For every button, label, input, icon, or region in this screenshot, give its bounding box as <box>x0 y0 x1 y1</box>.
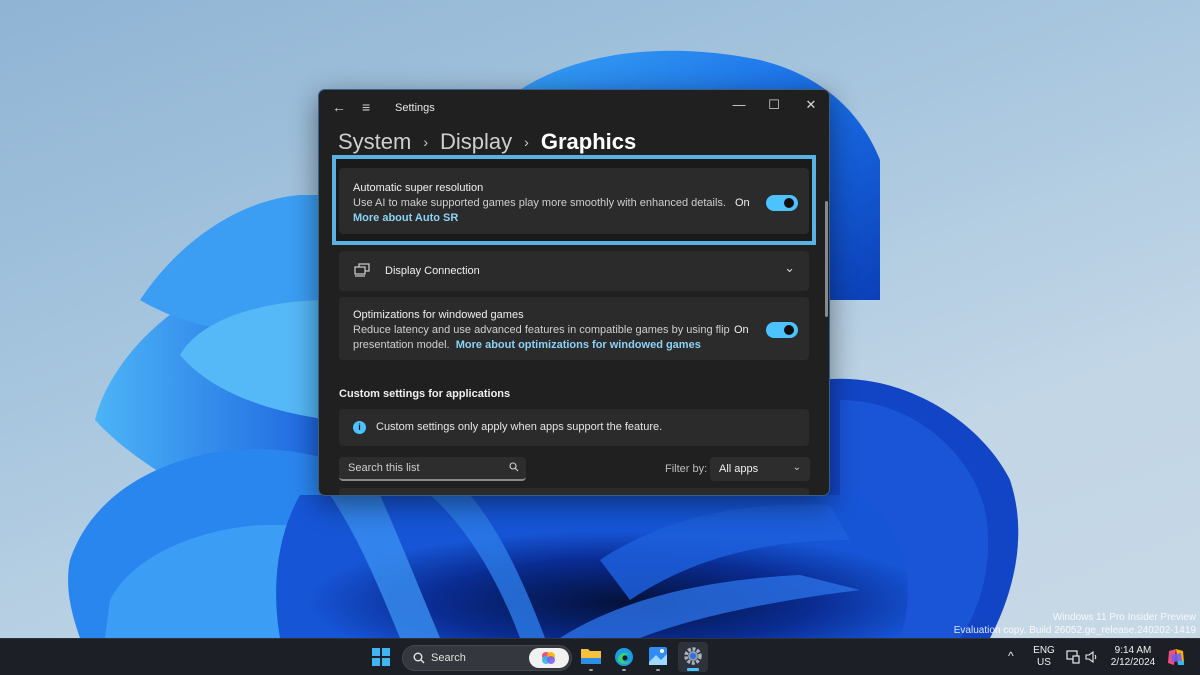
app-indicator <box>656 669 660 671</box>
folder-icon <box>581 649 601 664</box>
auto-sr-toggle[interactable] <box>766 195 798 211</box>
filter-by-label: Filter by: <box>665 463 708 475</box>
windows-logo-icon <box>382 658 390 666</box>
windows-logo-icon <box>382 648 390 656</box>
breadcrumb-separator-icon: › <box>423 134 429 150</box>
filter-dropdown[interactable]: All apps ⌄ <box>710 457 810 481</box>
watermark-line2: Evaluation copy. Build 26052.ge_release.… <box>953 625 1196 636</box>
app-indicator <box>589 669 593 671</box>
search-list-box <box>339 457 526 481</box>
search-icon <box>413 652 425 664</box>
clock-date: 2/12/2024 <box>1110 657 1156 668</box>
clock[interactable]: 9:14 AM 2/12/2024 <box>1106 645 1160 669</box>
maximize-button[interactable]: ☐ <box>757 94 791 116</box>
taskbar-photos[interactable] <box>643 642 673 672</box>
copilot-tray-icon[interactable] <box>1166 647 1186 667</box>
network-icon[interactable] <box>1066 650 1080 664</box>
back-arrow-icon[interactable]: ← <box>332 100 346 114</box>
windowed-games-link[interactable]: More about optimizations for windowed ga… <box>456 339 701 351</box>
language-indicator[interactable]: ENG US <box>1032 645 1056 669</box>
windows-watermark: Windows 11 Pro Insider Preview Evaluatio… <box>954 611 1196 637</box>
taskbar-search[interactable]: Search <box>402 645 572 671</box>
show-hidden-icons-button[interactable]: ^ <box>1008 650 1014 662</box>
toggle-knob <box>784 198 794 208</box>
breadcrumb-display[interactable]: Display <box>440 129 512 155</box>
app-list-row <box>339 488 809 495</box>
taskbar-edge[interactable] <box>609 642 639 672</box>
hamburger-menu-icon[interactable]: ≡ <box>362 100 370 114</box>
windowed-games-card: Optimizations for windowed games Reduce … <box>339 297 809 360</box>
info-text: Custom settings only apply when apps sup… <box>376 421 663 433</box>
auto-sr-title: Automatic super resolution <box>353 182 484 194</box>
clock-time: 9:14 AM <box>1114 645 1152 656</box>
photos-icon <box>649 647 667 665</box>
language-line1: ENG <box>1033 645 1055 656</box>
custom-settings-heading: Custom settings for applications <box>339 388 511 400</box>
taskbar-search-label: Search <box>431 652 466 664</box>
display-connection-icon <box>354 263 370 277</box>
settings-gear-icon <box>684 647 702 665</box>
app-indicator-active <box>687 668 699 671</box>
close-button[interactable]: ✕ <box>794 94 828 116</box>
watermark-line1: Windows 11 Pro Insider Preview <box>1052 612 1196 623</box>
title-bar: ← ≡ Settings — ☐ ✕ <box>319 90 829 126</box>
search-icon[interactable] <box>509 462 519 472</box>
chevron-down-icon: ⌄ <box>792 462 801 473</box>
taskbar-settings[interactable] <box>678 642 708 672</box>
breadcrumb-system[interactable]: System <box>338 129 411 155</box>
taskbar-file-explorer[interactable] <box>576 642 606 672</box>
start-button[interactable] <box>372 648 390 666</box>
display-connection-card[interactable]: Display Connection ⌄ <box>339 251 809 291</box>
breadcrumb-separator-icon: › <box>524 134 529 150</box>
breadcrumb-current-graphics: Graphics <box>540 129 637 154</box>
windows-logo-icon <box>372 648 380 656</box>
windowed-games-description-line2-text: presentation model. <box>353 339 450 351</box>
windowed-games-toggle[interactable] <box>766 322 798 338</box>
scrollbar[interactable] <box>825 201 828 317</box>
toggle-knob <box>784 325 794 335</box>
app-indicator <box>622 669 626 671</box>
auto-sr-link[interactable]: More about Auto SR <box>353 211 458 226</box>
windowed-games-description-line2: presentation model. More about optimizat… <box>353 338 701 353</box>
breadcrumb: System › Display › Graphics <box>338 128 636 156</box>
language-line2: US <box>1037 657 1051 668</box>
copilot-icon <box>542 652 555 664</box>
filter-dropdown-value: All apps <box>719 463 759 475</box>
settings-window: ← ≡ Settings — ☐ ✕ System › Display › Gr… <box>318 89 830 496</box>
volume-icon[interactable] <box>1085 651 1099 663</box>
copilot-button[interactable] <box>529 648 569 668</box>
info-icon: i <box>353 421 366 434</box>
chevron-down-icon[interactable]: ⌄ <box>784 260 795 276</box>
info-banner: i Custom settings only apply when apps s… <box>339 409 809 446</box>
windowed-games-toggle-label: On <box>734 324 749 336</box>
minimize-button[interactable]: — <box>722 94 756 116</box>
window-title: Settings <box>395 102 435 114</box>
search-list-input[interactable] <box>339 457 499 479</box>
auto-super-resolution-card: Automatic super resolution Use AI to mak… <box>339 168 809 234</box>
edge-icon <box>615 648 633 666</box>
settings-content: Automatic super resolution Use AI to mak… <box>332 155 816 495</box>
auto-sr-toggle-label: On <box>735 197 750 209</box>
display-connection-title: Display Connection <box>385 265 480 277</box>
windows-logo-icon <box>372 658 380 666</box>
auto-sr-description: Use AI to make supported games play more… <box>353 197 726 209</box>
windowed-games-title: Optimizations for windowed games <box>353 309 524 321</box>
windowed-games-description-line1: Reduce latency and use advanced features… <box>353 324 730 336</box>
